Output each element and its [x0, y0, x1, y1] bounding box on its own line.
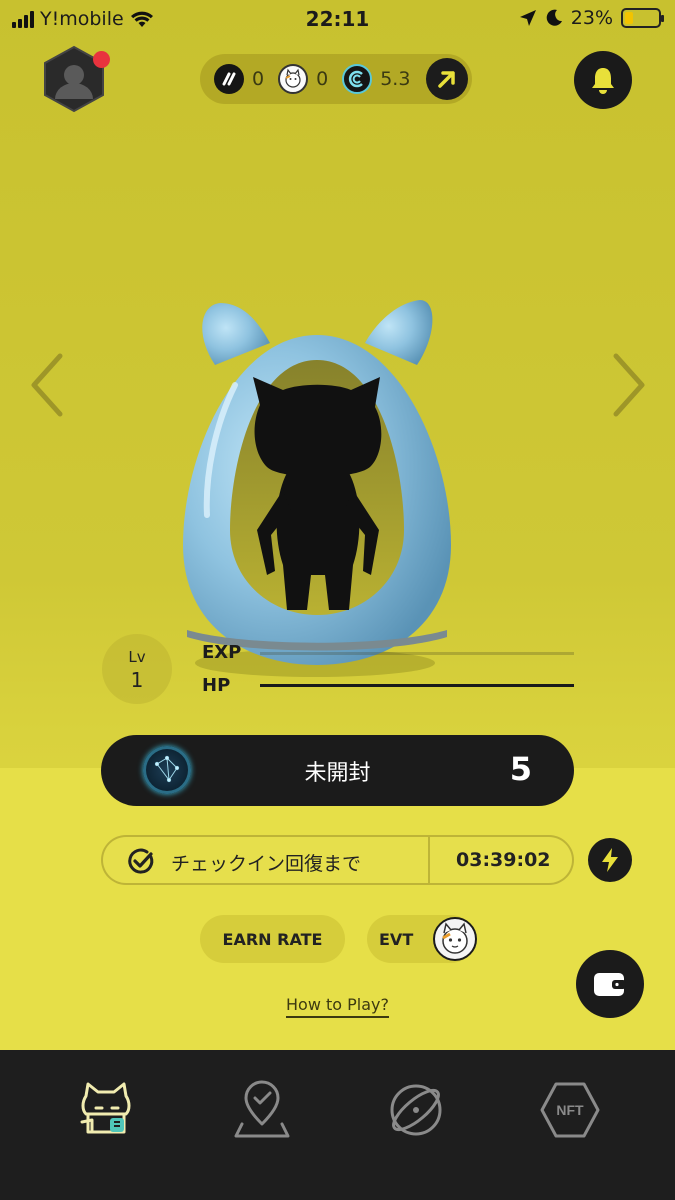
- cat-token-icon: [278, 64, 309, 94]
- battery-percent: 23%: [570, 7, 613, 29]
- cat-balance: 0: [316, 68, 329, 90]
- nft-tab-label: NFT: [556, 1102, 584, 1118]
- arrow-up-right-icon: [438, 71, 455, 88]
- earn-rate-button[interactable]: EARN RATE: [200, 915, 345, 963]
- notification-dot: [93, 51, 110, 68]
- currency-cat: 0: [278, 64, 328, 94]
- status-count: 5: [509, 750, 532, 788]
- currency-gmt: 5.3: [342, 64, 410, 94]
- exp-label: EXP: [202, 642, 242, 663]
- next-arrow-icon[interactable]: [608, 352, 648, 418]
- divider: [428, 837, 430, 883]
- level-value: 1: [130, 668, 144, 692]
- level-label: Lv: [128, 648, 146, 666]
- bottom-tab-bar: NFT: [0, 1050, 675, 1200]
- evt-button[interactable]: EVT: [367, 915, 477, 963]
- evt-label: EVT: [379, 929, 414, 949]
- atom-orbit-icon[interactable]: [384, 1078, 448, 1142]
- status-bar: Y!mobile 22:11 23%: [0, 0, 675, 38]
- energy-boost-button[interactable]: [588, 838, 632, 882]
- notifications-button[interactable]: [574, 51, 632, 109]
- battery-icon: [621, 8, 664, 28]
- nft-tab[interactable]: NFT: [538, 1078, 602, 1142]
- hp-bar: [260, 684, 574, 687]
- gmt-balance: 5.3: [380, 68, 411, 90]
- profile-avatar-button[interactable]: [42, 45, 110, 113]
- hp-label: HP: [202, 675, 231, 696]
- currency-gst: 0: [214, 64, 264, 94]
- unopened-status-button[interactable]: 未開封 5: [101, 735, 574, 806]
- hp-bar-fill: [260, 684, 574, 687]
- bell-icon: [592, 68, 614, 94]
- nft-hexagon-icon: NFT: [540, 1082, 600, 1138]
- earn-rate-label: EARN RATE: [222, 929, 323, 949]
- gst-balance: 0: [252, 68, 265, 90]
- lightning-bolt-icon: [602, 848, 618, 872]
- exp-bar: [260, 652, 574, 655]
- previous-arrow-icon[interactable]: [28, 352, 68, 418]
- swap-arrow-button[interactable]: [426, 58, 468, 100]
- gst-token-icon: [214, 64, 244, 94]
- gmt-token-icon: [342, 64, 373, 94]
- checkin-recovery-bar: チェックイン回復まで 03:39:02: [101, 835, 574, 885]
- checkin-label: チェックイン回復まで: [171, 853, 362, 875]
- lucky-cat-avatar-icon: [433, 917, 477, 961]
- map-pin-check-icon[interactable]: [230, 1078, 294, 1142]
- how-to-play-link[interactable]: How to Play?: [0, 995, 675, 1018]
- level-badge: Lv 1: [102, 634, 172, 704]
- lucky-cat-icon[interactable]: [74, 1078, 138, 1142]
- how-to-play-label: How to Play?: [286, 995, 389, 1018]
- checkin-timer: 03:39:02: [456, 849, 551, 871]
- mystery-egg-capsule[interactable]: [175, 295, 460, 680]
- status-label: 未開封: [304, 761, 371, 786]
- moon-icon: [546, 9, 562, 26]
- location-arrow-icon: [519, 10, 536, 26]
- currency-balance-bar: 0 0 5.3: [200, 54, 472, 104]
- check-circle-icon: [128, 848, 154, 874]
